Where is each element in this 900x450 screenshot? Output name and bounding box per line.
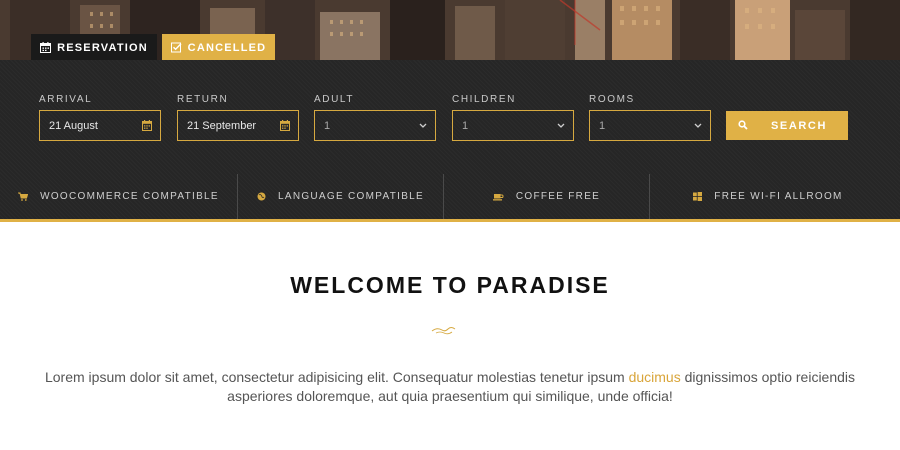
arrival-date-input[interactable]: 21 August [39,110,161,141]
rooms-select-value: 1 [599,119,606,132]
chevron-down-icon [419,123,427,128]
children-select-value: 1 [462,119,469,132]
welcome-highlight-link[interactable]: ducimus [629,369,681,385]
panel-accent-line [0,219,900,222]
tab-cancelled[interactable]: Cancelled [162,34,275,61]
chevron-down-icon [557,123,565,128]
feature-wifi-label: Free Wi-Fi Allroom [714,191,843,202]
children-label: Children [452,94,516,105]
feature-woocommerce-label: WooCommerce Compatible [40,191,219,202]
children-select[interactable]: 1 [452,110,574,141]
windows-icon [693,192,703,201]
search-button-label: Search [770,119,828,132]
feature-coffee: Coffee Free [444,174,649,219]
arrival-label: Arrival [39,94,93,105]
adult-label: Adult [314,94,355,105]
rooms-label: Rooms [589,94,635,105]
cart-icon [18,192,29,201]
coffee-icon [492,194,504,201]
calendar-icon [40,42,52,53]
return-date-input[interactable]: 21 September [177,110,299,141]
return-date-value: 21 September [187,119,257,132]
welcome-paragraph: Lorem ipsum dolor sit amet, consectetur … [30,368,870,406]
tab-reservation[interactable]: Reservation [31,34,157,61]
adult-select-value: 1 [324,119,331,132]
search-button[interactable]: Search [726,111,848,140]
feature-language: Language Compatible [238,174,443,219]
ornament-divider-icon [431,327,456,335]
adult-select[interactable]: 1 [314,110,436,141]
return-label: Return [177,94,229,105]
tab-cancelled-label: Cancelled [187,41,267,54]
welcome-text-part: Lorem ipsum dolor sit amet, consectetur … [44,369,629,385]
feature-woocommerce: WooCommerce Compatible [0,174,237,219]
search-icon [738,120,748,130]
chevron-down-icon [694,123,702,128]
feature-language-label: Language Compatible [277,191,425,202]
tab-reservation-label: Reservation [57,41,148,54]
rooms-select[interactable]: 1 [589,110,711,141]
arrival-date-value: 21 August [49,119,98,132]
feature-coffee-label: Coffee Free [515,191,601,202]
calendar-icon[interactable] [142,120,152,131]
welcome-title: Welcome to Paradise [290,272,610,298]
feature-wifi: Free Wi-Fi Allroom [650,174,886,219]
globe-icon [257,192,266,201]
checkbox-icon [170,42,182,53]
calendar-icon[interactable] [280,120,290,131]
